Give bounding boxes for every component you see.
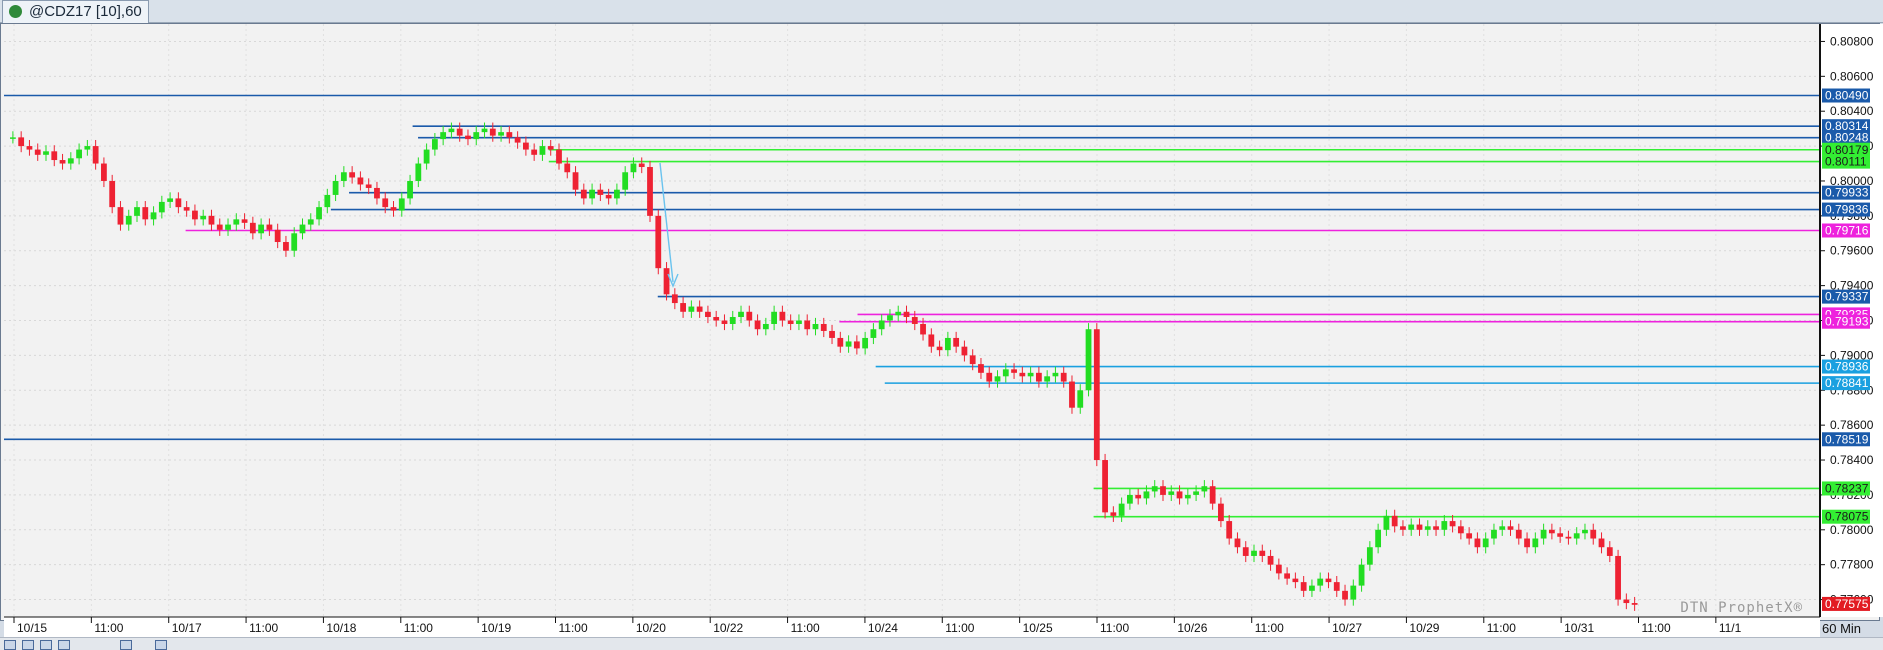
x-tick-label: 10/24 [868,621,898,635]
x-tick-label: 11:00 [1100,621,1129,635]
x-tick-label: 11/1 [1719,621,1742,635]
x-tick-label: 10/22 [713,621,743,635]
x-tick-label: 10/15 [17,621,47,635]
x-tick-label: 10/26 [1177,621,1207,635]
panel-title: Price Window [4,27,92,41]
x-tick-label: 10/27 [1332,621,1362,635]
price-chart-area[interactable] [0,23,1880,621]
x-tick-label: 11:00 [404,621,433,635]
tab-title: @CDZ17 [10],60 [29,3,142,20]
x-tick-label: 10/17 [172,621,202,635]
x-tick-label: 10/25 [1023,621,1053,635]
x-tick-label: 11:00 [1255,621,1284,635]
tab-cdz17[interactable]: @CDZ17 [10],60 [2,0,149,23]
tab-bar: @CDZ17 [10],60 [0,0,1883,23]
x-tick-label: 11:00 [791,621,820,635]
x-tick-label: 11:00 [558,621,587,635]
x-tick-label: 11:00 [1641,621,1670,635]
x-tick-label: 11:00 [94,621,123,635]
x-tick-label: 11:00 [249,621,278,635]
x-tick-label: 11:00 [1487,621,1516,635]
x-tick-label: 10/19 [481,621,511,635]
watermark: DTN ProphetX® [1680,600,1803,616]
magnifier-icon[interactable] [4,28,15,39]
timeframe-label[interactable]: 60 Min [1822,621,1861,636]
x-tick-label: 11:00 [945,621,974,635]
x-tick-label: 10/31 [1564,621,1594,635]
x-tick-label: 10/18 [326,621,356,635]
bottom-toolbar [0,637,1883,650]
chart-app-icon [9,5,22,18]
x-tick-label: 10/29 [1409,621,1439,635]
panel-title-text: Price Window [19,27,93,41]
x-tick-label: 10/20 [636,621,666,635]
